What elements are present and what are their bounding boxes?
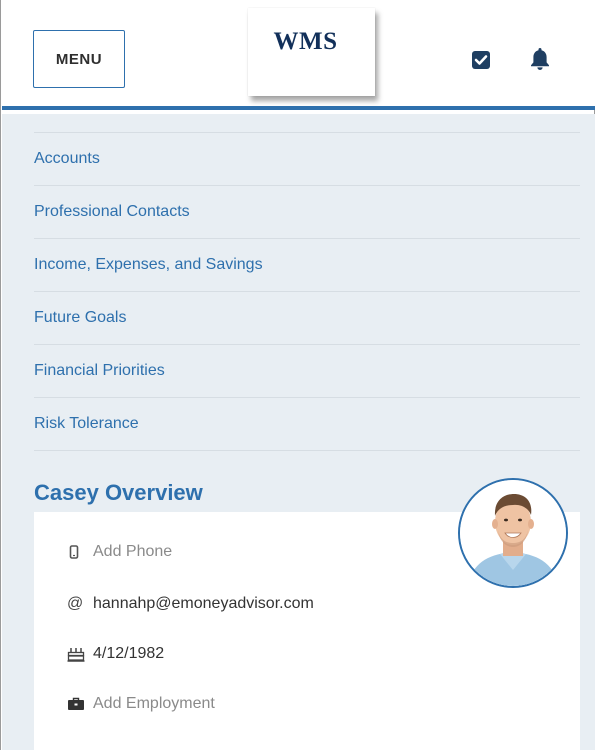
header: MENU WMS	[2, 0, 595, 110]
menu-button[interactable]: MENU	[33, 30, 125, 88]
app-frame: MENU WMS Accounts Professional Contacts …	[0, 0, 595, 750]
nav-item-future-goals[interactable]: Future Goals	[34, 292, 580, 345]
checkbox-icon[interactable]	[470, 49, 492, 71]
nav-item-professional-contacts[interactable]: Professional Contacts	[34, 186, 580, 239]
at-icon: @	[67, 595, 84, 612]
birthday-value: 4/12/1982	[93, 645, 165, 662]
logo-text: WMS	[273, 28, 338, 55]
employment-row[interactable]: Add Employment	[67, 694, 215, 714]
cake-icon	[67, 644, 89, 664]
email-row: @ hannahp@emoneyadvisor.com	[67, 594, 314, 614]
phone-row[interactable]: Add Phone	[67, 542, 172, 562]
avatar[interactable]	[458, 478, 568, 588]
nav-item-risk-tolerance[interactable]: Risk Tolerance	[34, 398, 580, 451]
briefcase-icon	[67, 694, 89, 714]
birthday-row: 4/12/1982	[67, 644, 164, 664]
add-phone-link[interactable]: Add Phone	[93, 543, 172, 561]
add-employment-link[interactable]: Add Employment	[93, 695, 215, 713]
content-area: Accounts Professional Contacts Income, E…	[2, 114, 595, 750]
nav-item-financial-priorities[interactable]: Financial Priorities	[34, 345, 580, 398]
overview-title: Casey Overview	[34, 480, 203, 505]
email-value[interactable]: hannahp@emoneyadvisor.com	[93, 595, 314, 613]
bell-icon[interactable]	[528, 46, 552, 72]
phone-icon	[67, 542, 89, 562]
logo[interactable]: WMS	[248, 8, 375, 96]
section-nav: Accounts Professional Contacts Income, E…	[34, 132, 580, 451]
nav-item-income-expenses-savings[interactable]: Income, Expenses, and Savings	[34, 239, 580, 292]
nav-item-accounts[interactable]: Accounts	[34, 133, 580, 186]
